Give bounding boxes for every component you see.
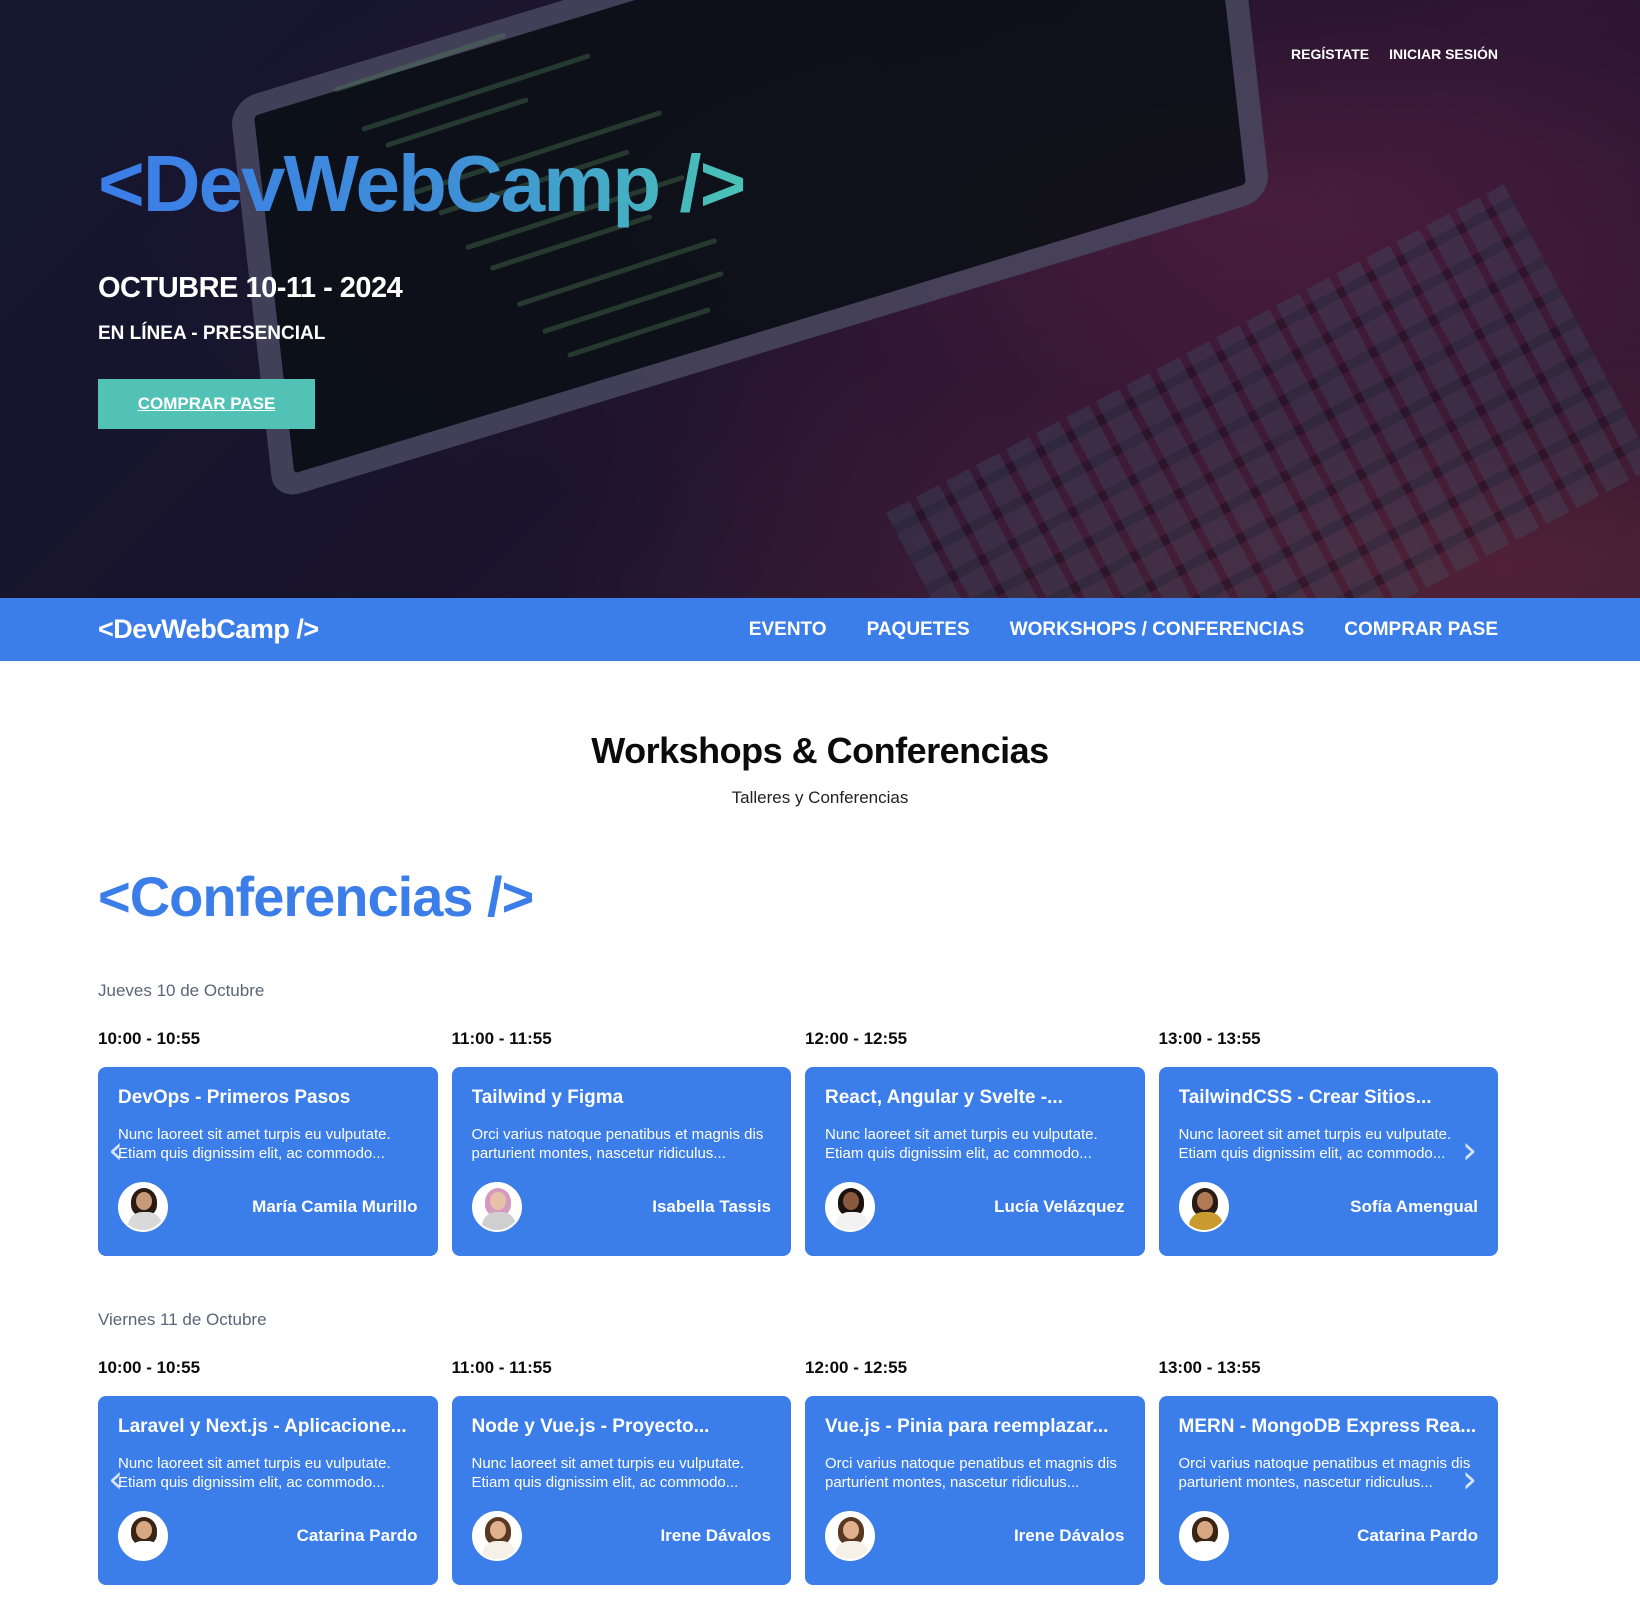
time-slot: 12:00 - 12:55 (805, 1358, 908, 1377)
chevron-left-icon[interactable]: ‹ (108, 1460, 130, 1498)
day-block-friday: Viernes 11 de Octubre 10:00 - 10:55 11:0… (98, 1310, 1498, 1585)
event-title: React, Angular y Svelte -... (825, 1087, 1063, 1108)
time-slot: 11:00 - 11:55 (451, 1029, 552, 1048)
event-card[interactable]: Tailwind y Figma Orci varius natoque pen… (451, 1067, 791, 1256)
speaker-name: Irene Dávalos (1013, 1526, 1125, 1545)
top-links: REGÍSTATE INICIAR SESIÓN (1291, 46, 1498, 62)
time-slot: 12:00 - 12:55 (805, 1029, 908, 1048)
time-slot: 13:00 - 13:55 (1158, 1358, 1261, 1377)
chevron-right-icon[interactable]: › (1462, 1460, 1484, 1498)
speaker-name: Isabella Tassis (652, 1197, 771, 1216)
event-description: Nunc laoreet sit amet turpis eu vulputat… (471, 1455, 745, 1491)
time-row: 10:00 - 10:55 11:00 - 11:55 12:00 - 12:5… (98, 1029, 1498, 1049)
day-label: Jueves 10 de Octubre (98, 981, 265, 1000)
chevron-left-icon[interactable]: ‹ (108, 1131, 130, 1169)
event-mode: EN LÍNEA - PRESENCIAL (98, 323, 326, 344)
section-subtitle: Talleres y Conferencias (731, 788, 909, 807)
time-row: 10:00 - 10:55 11:00 - 11:55 12:00 - 12:5… (98, 1358, 1498, 1378)
nav-item-comprar-pase[interactable]: COMPRAR PASE (1344, 619, 1498, 641)
avatar (471, 1182, 522, 1232)
chevron-right-icon[interactable]: › (1462, 1131, 1484, 1169)
event-title: TailwindCSS - Crear Sitios... (1178, 1087, 1432, 1108)
buy-pass-button[interactable]: COMPRAR PASE (98, 379, 315, 429)
event-carousel: Laravel y Next.js - Aplicacione... Nunc … (98, 1396, 1498, 1585)
avatar (1178, 1511, 1229, 1561)
event-description: Orci varius natoque penatibus et magnis … (471, 1126, 764, 1162)
day-block-thursday: Jueves 10 de Octubre 10:00 - 10:55 11:00… (98, 981, 1498, 1256)
event-card[interactable]: Node y Vue.js - Proyecto... Nunc laoreet… (451, 1396, 791, 1585)
hero-content: <DevWebCamp /> OCTUBRE 10-11 - 2024 EN L… (98, 136, 746, 429)
event-title: Laravel y Next.js - Aplicacione... (118, 1416, 407, 1437)
hero: REGÍSTATE INICIAR SESIÓN <DevWebCamp /> … (0, 0, 1640, 598)
nav-item-paquetes[interactable]: PAQUETES (867, 619, 970, 641)
section-header: Workshops & Conferencias Talleres y Conf… (0, 730, 1640, 808)
event-carousel: DevOps - Primeros Pasos Nunc laoreet sit… (98, 1067, 1498, 1256)
event-card[interactable]: Laravel y Next.js - Aplicacione... Nunc … (98, 1396, 438, 1585)
avatar (118, 1182, 168, 1232)
event-card[interactable]: Vue.js - Pinia para reemplazar... Orci v… (805, 1396, 1145, 1585)
event-card[interactable]: DevOps - Primeros Pasos Nunc laoreet sit… (98, 1067, 438, 1256)
avatar (825, 1182, 875, 1232)
event-description: Nunc laoreet sit amet turpis eu vulputat… (118, 1126, 391, 1162)
event-title: Vue.js - Pinia para reemplazar... (825, 1416, 1109, 1437)
event-title: Node y Vue.js - Proyecto... (471, 1416, 710, 1437)
event-title: Tailwind y Figma (471, 1087, 624, 1108)
time-slot: 10:00 - 10:55 (98, 1358, 201, 1377)
event-title: MERN - MongoDB Express Rea... (1178, 1416, 1477, 1437)
time-slot: 13:00 - 13:55 (1158, 1029, 1261, 1048)
avatar (1178, 1182, 1229, 1232)
avatar (825, 1511, 875, 1561)
event-description: Orci varius natoque penatibus et magnis … (825, 1455, 1117, 1491)
login-link[interactable]: INICIAR SESIÓN (1389, 46, 1498, 62)
avatar (471, 1511, 522, 1561)
conferences-heading: <Conferencias /> (98, 865, 534, 928)
event-title: DevOps - Primeros Pasos (118, 1087, 351, 1108)
speaker-name: Lucía Velázquez (994, 1197, 1125, 1216)
speaker-name: María Camila Murillo (252, 1197, 418, 1216)
nav-links: EVENTO PAQUETES WORKSHOPS / CONFERENCIAS… (749, 619, 1498, 641)
time-slot: 10:00 - 10:55 (98, 1029, 201, 1048)
event-description: Nunc laoreet sit amet turpis eu vulputat… (1178, 1126, 1452, 1162)
speaker-name: Sofía Amengual (1350, 1197, 1478, 1216)
section-title: Workshops & Conferencias (591, 730, 1049, 771)
hero-logo[interactable]: <DevWebCamp /> (98, 136, 746, 232)
day-label: Viernes 11 de Octubre (98, 1310, 267, 1329)
time-slot: 11:00 - 11:55 (451, 1358, 552, 1377)
navbar-logo[interactable]: <DevWebCamp /> (98, 614, 319, 645)
event-description: Nunc laoreet sit amet turpis eu vulputat… (118, 1455, 391, 1491)
main-navbar: <DevWebCamp /> EVENTO PAQUETES WORKSHOPS… (0, 598, 1640, 661)
event-card[interactable]: React, Angular y Svelte -... Nunc laoree… (805, 1067, 1145, 1256)
nav-item-workshops[interactable]: WORKSHOPS / CONFERENCIAS (1010, 619, 1305, 641)
event-description: Nunc laoreet sit amet turpis eu vulputat… (825, 1126, 1098, 1162)
speaker-name: Irene Dávalos (660, 1526, 771, 1545)
avatar (118, 1511, 168, 1561)
event-card[interactable]: MERN - MongoDB Express Rea... Orci variu… (1158, 1396, 1498, 1585)
event-card[interactable]: TailwindCSS - Crear Sitios... Nunc laore… (1158, 1067, 1498, 1256)
event-date: OCTUBRE 10-11 - 2024 (98, 272, 403, 304)
register-link[interactable]: REGÍSTATE (1291, 46, 1369, 62)
nav-item-evento[interactable]: EVENTO (749, 619, 827, 641)
event-description: Orci varius natoque penatibus et magnis … (1178, 1455, 1471, 1491)
speaker-name: Catarina Pardo (296, 1526, 418, 1545)
speaker-name: Catarina Pardo (1357, 1526, 1478, 1545)
